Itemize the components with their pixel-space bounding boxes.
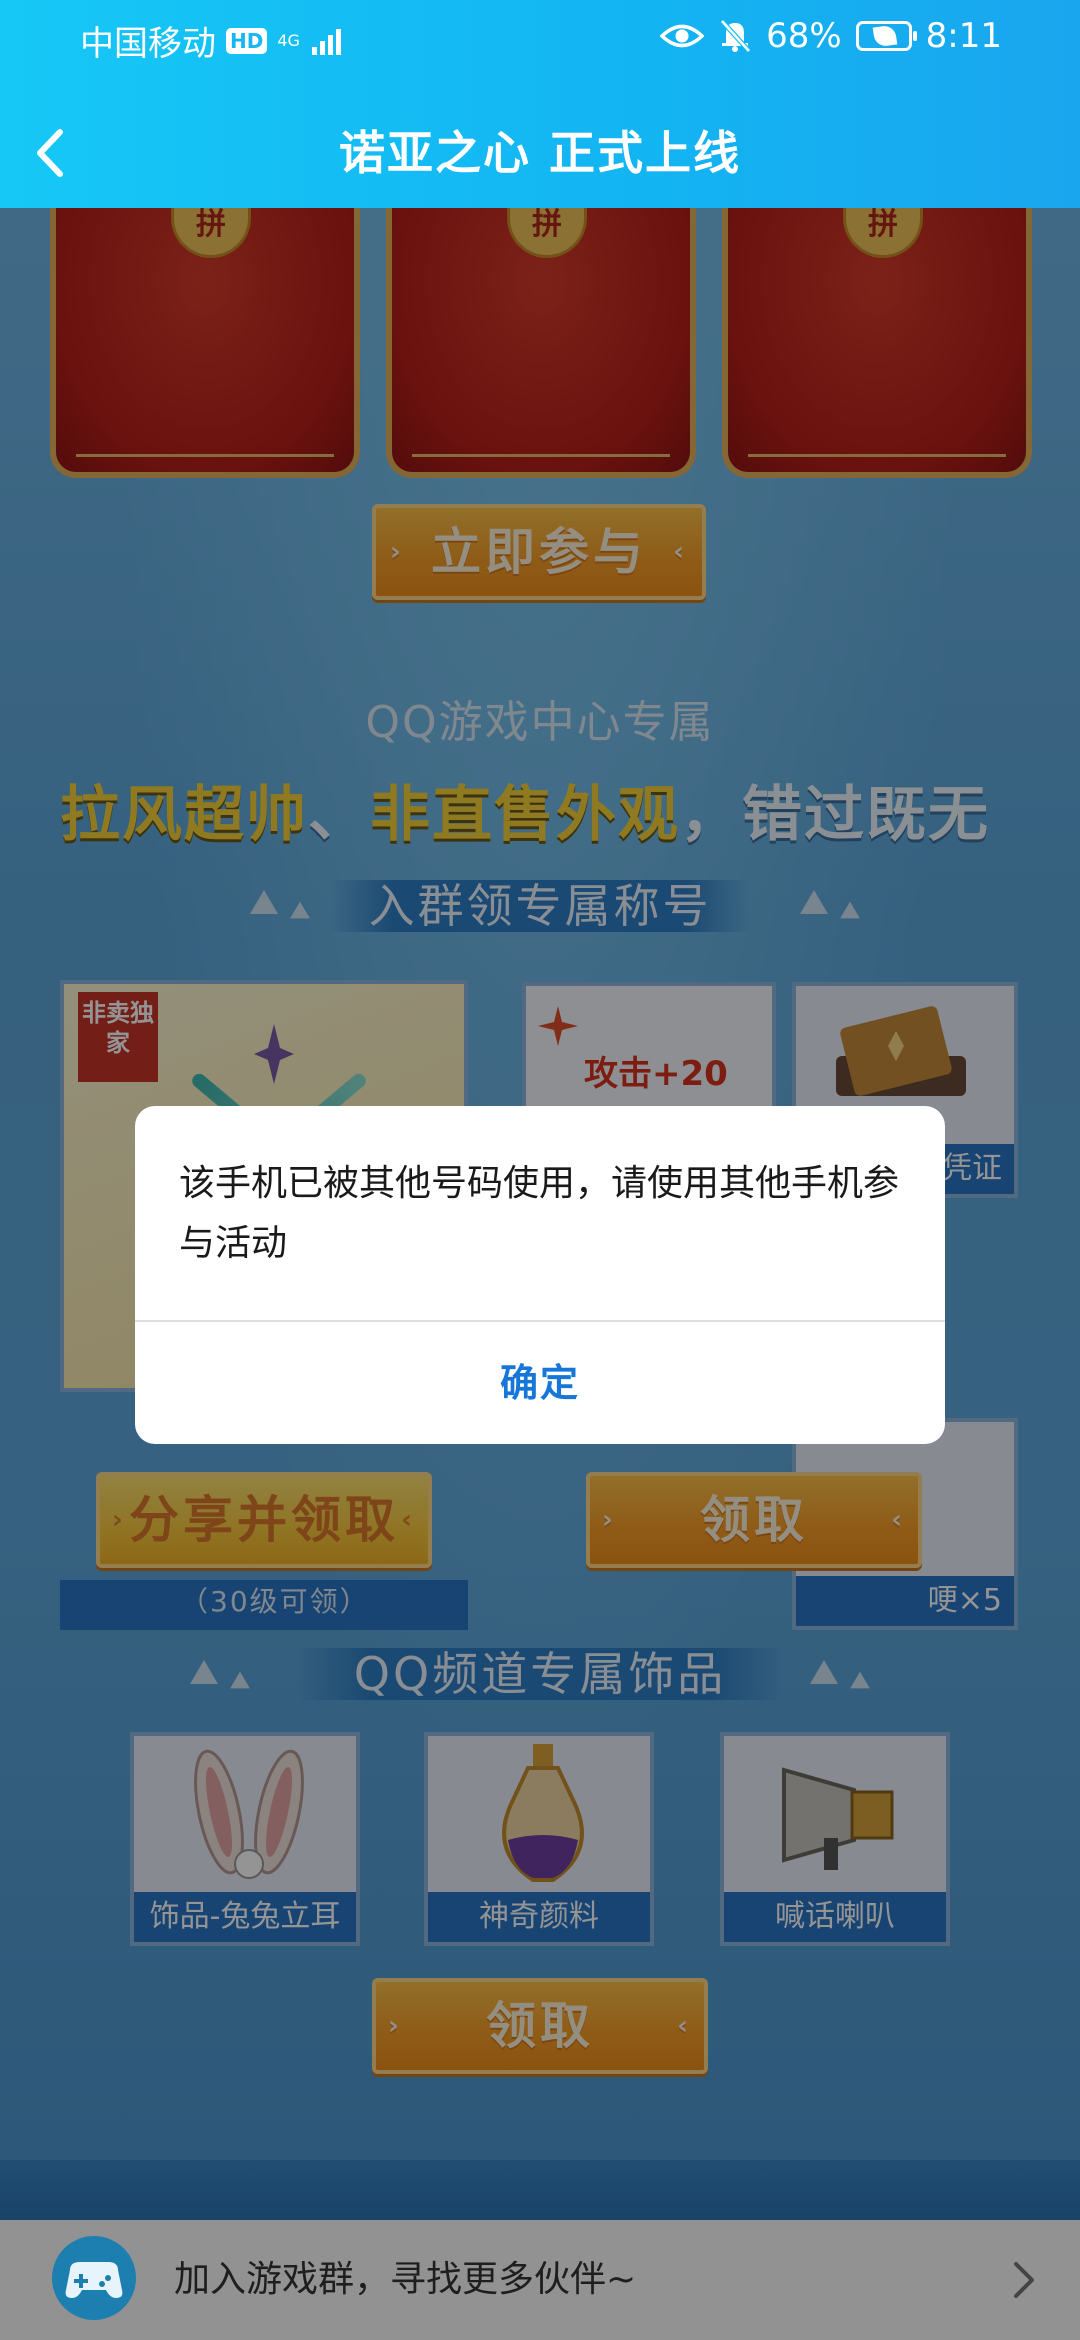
top-header: 中国移动 HD 4G 68% 8:11 诺亚之心 正式上线 [0,0,1080,208]
signal-icon [311,27,341,55]
carrier-label: 中国移动 [80,24,216,64]
join-group-bar[interactable]: 加入游戏群，寻找更多伙伴~ [0,2220,1080,2340]
navbar: 诺亚之心 正式上线 [0,100,1080,208]
battery-percent: 68% [766,16,842,56]
status-bar: 中国移动 HD 4G 68% 8:11 [0,0,1080,72]
gamepad-icon [52,2236,136,2320]
network-type: 4G [277,30,300,50]
eye-icon [660,24,705,48]
battery-icon [855,21,917,51]
confirm-button[interactable]: 确定 [135,1322,945,1444]
clock: 8:11 [925,16,1002,56]
join-group-text: 加入游戏群，寻找更多伙伴~ [174,2259,637,2300]
chevron-right-icon [1014,2262,1034,2298]
mute-bell-icon [720,19,751,53]
page-title: 诺亚之心 正式上线 [338,126,741,180]
status-right: 68% 8:11 [660,16,1002,56]
dialog-message: 该手机已被其他号码使用，请使用其他手机参与活动 [179,1163,900,1264]
alert-dialog: 该手机已被其他号码使用，请使用其他手机参与活动 确定 [135,1106,945,1444]
status-left: 中国移动 HD 4G [80,16,341,65]
hd-badge: HD [226,27,268,54]
